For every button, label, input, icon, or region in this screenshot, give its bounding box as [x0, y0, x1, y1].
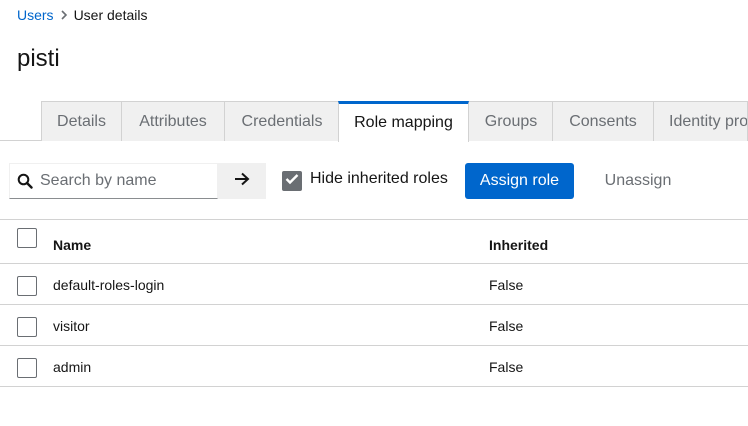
- role-inherited: False: [489, 318, 524, 334]
- breadcrumb-users-link[interactable]: Users: [17, 7, 54, 23]
- role-inherited: False: [489, 277, 524, 293]
- role-mapping-toolbar: Hide inherited roles Assign role Unassig…: [0, 162, 748, 200]
- tab-role-mapping[interactable]: Role mapping: [338, 101, 469, 142]
- chevron-right-icon: [54, 6, 74, 24]
- table-row: admin False: [0, 346, 748, 387]
- select-all-checkbox[interactable]: [17, 228, 37, 248]
- row-checkbox[interactable]: [17, 276, 37, 296]
- breadcrumb: Users User details: [17, 6, 147, 24]
- search-input[interactable]: [40, 172, 210, 190]
- page-title: pisti: [17, 45, 60, 72]
- role-inherited: False: [489, 359, 524, 375]
- row-checkbox[interactable]: [17, 358, 37, 378]
- tab-credentials[interactable]: Credentials: [224, 101, 340, 141]
- column-header-name: Name: [53, 237, 92, 253]
- table-header-row: Name Inherited: [0, 220, 748, 264]
- unassign-button[interactable]: Unassign: [590, 163, 686, 199]
- table-row: default-roles-login False: [0, 264, 748, 305]
- column-header-inherited: Inherited: [489, 237, 549, 253]
- tab-details[interactable]: Details: [41, 101, 122, 141]
- tab-attributes[interactable]: Attributes: [121, 101, 225, 141]
- tab-bar: Details Attributes Credentials Role mapp…: [0, 101, 748, 142]
- check-icon: [285, 172, 299, 190]
- role-name: visitor: [53, 318, 90, 334]
- hide-inherited-roles-checkbox[interactable]: [282, 171, 302, 191]
- breadcrumb-current: User details: [73, 7, 148, 23]
- role-name: default-roles-login: [53, 277, 165, 293]
- search-submit-button[interactable]: [218, 163, 266, 199]
- search-box: [9, 163, 218, 199]
- table-row: visitor False: [0, 305, 748, 346]
- assign-role-button[interactable]: Assign role: [465, 163, 574, 199]
- search-icon: [10, 163, 40, 199]
- row-checkbox[interactable]: [17, 317, 37, 337]
- arrow-right-icon: [234, 172, 250, 191]
- tab-identity-provider-links[interactable]: Identity pro: [653, 101, 748, 141]
- tab-consents[interactable]: Consents: [552, 101, 654, 141]
- role-name: admin: [53, 359, 92, 375]
- tab-groups[interactable]: Groups: [468, 101, 554, 141]
- hide-inherited-roles-label[interactable]: Hide inherited roles: [310, 170, 448, 188]
